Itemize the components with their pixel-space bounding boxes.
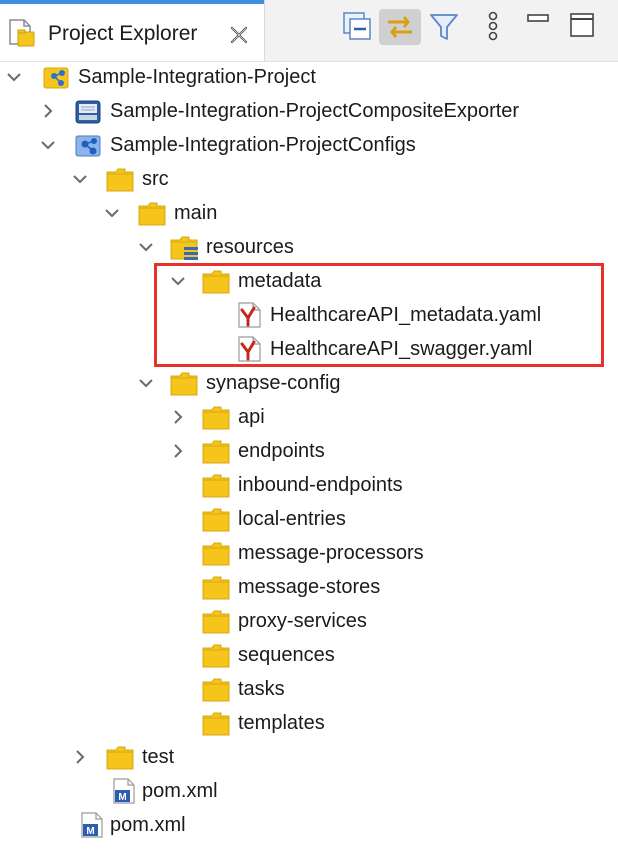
folder-icon: [170, 372, 198, 396]
folder-icon: [202, 406, 230, 430]
chevron-down-icon[interactable]: [104, 205, 120, 221]
tree-item-label: pom.xml: [142, 780, 218, 802]
chevron-down-icon[interactable]: [6, 69, 22, 85]
chevron-down-icon[interactable]: [40, 137, 56, 153]
project-explorer-icon: [9, 19, 35, 47]
folder-icon: [202, 474, 230, 498]
tree-item[interactable]: inbound-endpoints: [0, 468, 618, 502]
chevron-right-icon[interactable]: [170, 443, 186, 459]
tree-item[interactable]: Sample-Integration-ProjectConfigs: [0, 128, 618, 162]
tree-item[interactable]: Mpom.xml: [0, 808, 618, 842]
filter-icon[interactable]: [428, 9, 460, 45]
chevron-down-icon[interactable]: [170, 273, 186, 289]
close-icon[interactable]: [228, 24, 250, 46]
link-with-editor-icon[interactable]: [379, 9, 421, 45]
tree-item-label: templates: [238, 712, 325, 734]
tree-item[interactable]: test: [0, 740, 618, 774]
tree-item-label: api: [238, 406, 265, 428]
chevron-right-icon[interactable]: [170, 409, 186, 425]
tree-item[interactable]: templates: [0, 706, 618, 740]
tree-item-label: message-processors: [238, 542, 424, 564]
tree-item-label: tasks: [238, 678, 285, 700]
folder-icon: [202, 712, 230, 736]
tree-item[interactable]: resources: [0, 230, 618, 264]
tree-item-label: inbound-endpoints: [238, 474, 403, 496]
tree-item[interactable]: HealthcareAPI_metadata.yaml: [0, 298, 618, 332]
chevron-right-icon[interactable]: [40, 103, 56, 119]
folder-icon: [202, 542, 230, 566]
folder-icon: [106, 746, 134, 770]
tree-item[interactable]: Sample-Integration-Project: [0, 60, 618, 94]
maven-pom-icon: M: [113, 778, 135, 804]
tree-item-label: HealthcareAPI_metadata.yaml: [270, 304, 542, 326]
tab-divider: [264, 0, 265, 62]
tree-item[interactable]: local-entries: [0, 502, 618, 536]
svg-text:M: M: [118, 792, 126, 803]
folder-icon: [202, 678, 230, 702]
folder-icon: [202, 508, 230, 532]
tree-item-label: Sample-Integration-ProjectCompositeExpor…: [110, 100, 520, 122]
chevron-down-icon[interactable]: [72, 171, 88, 187]
tree-item-label: local-entries: [238, 508, 346, 530]
integration-project-icon: [43, 67, 69, 89]
tree-item-label: endpoints: [238, 440, 325, 462]
tree-item[interactable]: HealthcareAPI_swagger.yaml: [0, 332, 618, 366]
tree-item-label: message-stores: [238, 576, 381, 598]
tree-item[interactable]: message-stores: [0, 570, 618, 604]
tree-item[interactable]: tasks: [0, 672, 618, 706]
composite-exporter-icon: [75, 100, 101, 124]
tree-item-label: Sample-Integration-ProjectConfigs: [110, 134, 416, 156]
collapse-all-icon[interactable]: [340, 9, 376, 45]
view-title: Project Explorer: [48, 22, 198, 45]
minimize-icon[interactable]: [524, 9, 552, 45]
tree-item-label: metadata: [238, 270, 322, 292]
svg-text:M: M: [86, 826, 94, 837]
tree-item[interactable]: Sample-Integration-ProjectCompositeExpor…: [0, 94, 618, 128]
folder-icon: [202, 644, 230, 668]
tree-item[interactable]: sequences: [0, 638, 618, 672]
tree-item[interactable]: message-processors: [0, 536, 618, 570]
folder-icon: [202, 576, 230, 600]
folder-icon: [202, 270, 230, 294]
tree-item-label: src: [142, 168, 169, 190]
tree-item-label: sequences: [238, 644, 335, 666]
tree-item-label: Sample-Integration-Project: [78, 66, 316, 88]
chevron-down-icon[interactable]: [138, 239, 154, 255]
tree-item-label: main: [174, 202, 218, 224]
folder-icon: [106, 168, 134, 192]
yaml-file-icon: [238, 336, 261, 362]
tree-item-label: synapse-config: [206, 372, 341, 394]
tree-item[interactable]: src: [0, 162, 618, 196]
tree-item[interactable]: proxy-services: [0, 604, 618, 638]
chevron-down-icon[interactable]: [138, 375, 154, 391]
chevron-right-icon[interactable]: [72, 749, 88, 765]
folder-icon: [138, 202, 166, 226]
tree-item[interactable]: main: [0, 196, 618, 230]
tree-item-label: HealthcareAPI_swagger.yaml: [270, 338, 533, 360]
tree-item-label: test: [142, 746, 175, 768]
tree-item[interactable]: api: [0, 400, 618, 434]
yaml-file-icon: [238, 302, 261, 328]
maven-pom-icon: M: [81, 812, 103, 838]
configs-project-icon: [75, 135, 101, 157]
folder-icon: [202, 440, 230, 464]
maximize-icon[interactable]: [566, 9, 598, 45]
tree-item-label: resources: [206, 236, 294, 258]
tree-item[interactable]: metadata: [0, 264, 618, 298]
tree-item[interactable]: endpoints: [0, 434, 618, 468]
view-header: Project Explorer: [0, 0, 618, 62]
view-menu-icon[interactable]: [482, 9, 504, 45]
resource-folder-icon: [170, 236, 198, 260]
folder-icon: [202, 610, 230, 634]
project-explorer-tab[interactable]: Project Explorer: [0, 0, 264, 62]
tree-item-label: proxy-services: [238, 610, 367, 632]
tree-item-label: pom.xml: [110, 814, 186, 836]
tree-item[interactable]: Mpom.xml: [0, 774, 618, 808]
tree-item[interactable]: synapse-config: [0, 366, 618, 400]
